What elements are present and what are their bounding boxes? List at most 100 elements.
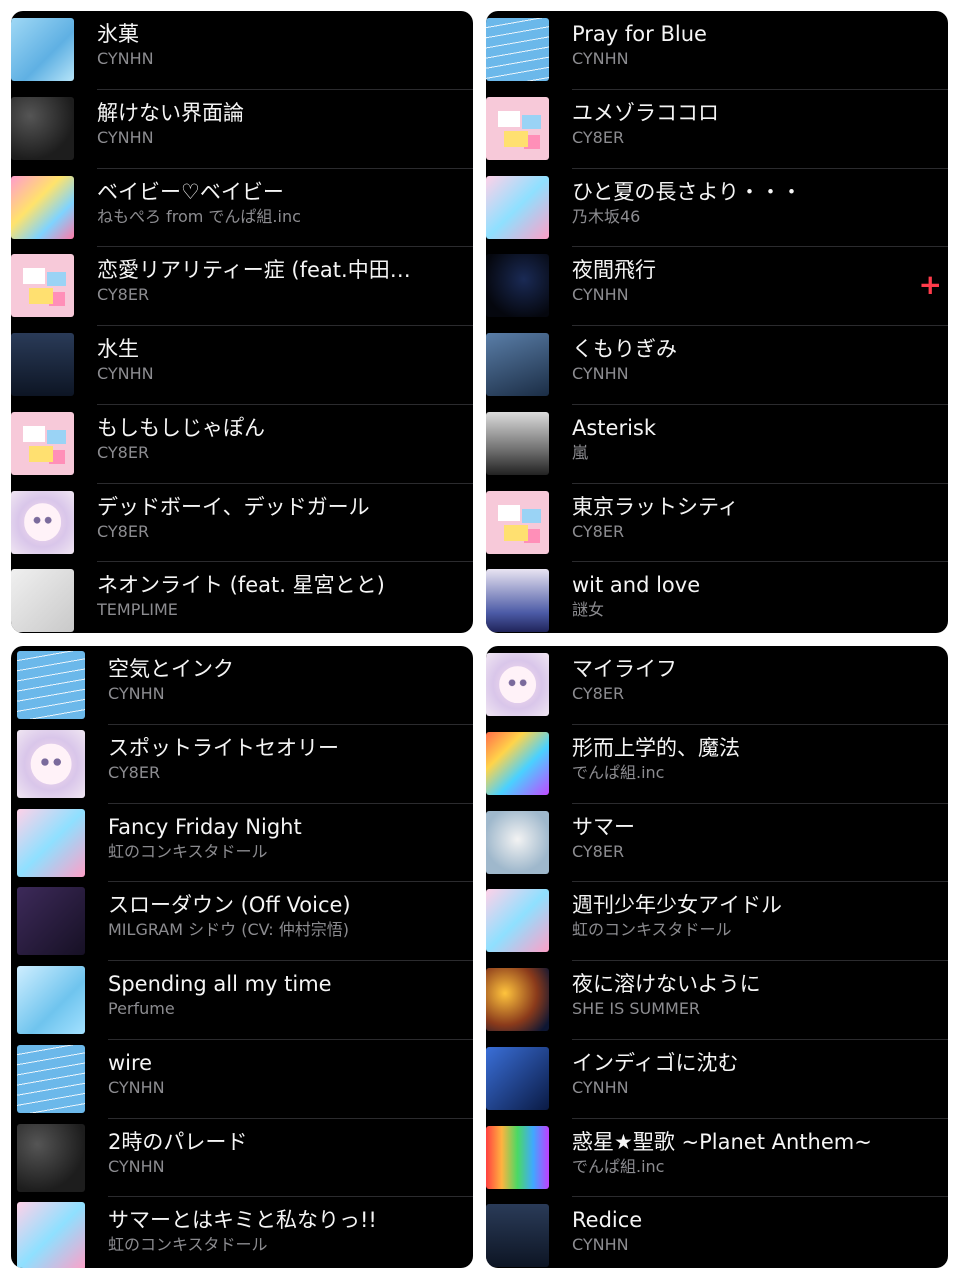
album-artwork [486, 1125, 549, 1189]
album-artwork [486, 889, 549, 953]
album-artwork [486, 254, 549, 318]
song-row[interactable]: Pray for Blue CYNHN [486, 11, 948, 90]
song-artist: Perfume [108, 999, 175, 1018]
song-row[interactable]: Spending all my time Perfume [11, 961, 473, 1040]
add-to-library-icon[interactable]: + [919, 271, 942, 299]
album-artwork [17, 1202, 85, 1268]
song-row[interactable]: wire CYNHN [11, 1040, 473, 1119]
song-meta: 解けない界面論 CYNHN [97, 99, 443, 149]
song-title: 空気とインク [108, 657, 234, 681]
song-list-panel-4: マイライフ CY8ER 形而上学的、魔法 でんぱ組.inc サマー CY8ER 週刊少年少女… [486, 646, 948, 1268]
song-artist: CYNHN [572, 364, 629, 383]
song-artist: 嵐 [572, 442, 589, 462]
song-row[interactable]: サマーとはキミと私なりっ!! 虹のコンキスタドール [11, 1197, 473, 1268]
song-meta: 2時のパレード CYNHN [108, 1128, 443, 1178]
song-row[interactable]: Fancy Friday Night 虹のコンキスタドール [11, 804, 473, 883]
song-title: Redice [572, 1208, 643, 1233]
song-meta: もしもしじゃぽん CY8ER [97, 414, 443, 464]
song-title: サマー [572, 814, 635, 839]
song-meta: Pray for Blue CYNHN [572, 20, 918, 70]
song-meta: くもりぎみ CYNHN [572, 335, 918, 385]
song-artist: CYNHN [572, 1077, 629, 1097]
song-row[interactable]: もしもしじゃぽん CY8ER [11, 405, 473, 484]
album-artwork [11, 254, 74, 318]
song-row[interactable]: 惑星★聖歌 ~Planet Anthem~ でんぱ組.inc [486, 1119, 948, 1198]
song-row[interactable]: マイライフ CY8ER [486, 646, 948, 725]
song-title: 恋愛リアリティー症 (feat.中田… [97, 258, 411, 283]
song-meta: デッドボーイ、デッドガール CY8ER [97, 493, 443, 543]
song-row[interactable]: wit and love 謎女 [486, 562, 948, 633]
song-title: 惑星★聖歌 ~Planet Anthem~ [572, 1129, 872, 1154]
song-row[interactable]: ひと夏の長さより・・・ 乃木坂46 [486, 169, 948, 248]
song-title: 解けない界面論 [97, 100, 244, 125]
song-row[interactable]: 形而上学的、魔法 でんぱ組.inc [486, 725, 948, 804]
song-meta: 週刊少年少女アイドル 虹のコンキスタドール [572, 891, 918, 941]
song-row[interactable]: ネオンライト (feat. 星宮とと) TEMPLIME [11, 562, 473, 633]
album-artwork [486, 810, 549, 874]
song-title: Pray for Blue [572, 22, 707, 46]
song-title: Fancy Friday Night [108, 814, 302, 839]
album-artwork [11, 490, 74, 554]
album-artwork [486, 175, 549, 239]
album-artwork [11, 411, 74, 475]
song-artist: CYNHN [108, 684, 165, 703]
song-artist: 虹のコンキスタドール [108, 841, 268, 861]
album-artwork [17, 808, 85, 877]
song-row[interactable]: スポットライトセオリー CY8ER [11, 725, 473, 804]
song-row[interactable]: ユメゾラココロ CY8ER [486, 90, 948, 169]
song-row[interactable]: Asterisk 嵐 [486, 405, 948, 484]
song-row[interactable]: スローダウン (Off Voice) MILGRAM シドウ (CV: 仲村宗悟) [11, 882, 473, 961]
song-title: もしもしじゃぽん [97, 415, 265, 440]
song-artist: CYNHN [108, 1077, 165, 1097]
song-meta: Spending all my time Perfume [108, 970, 443, 1020]
song-row[interactable]: くもりぎみ CYNHN [486, 326, 948, 405]
song-title: スローダウン (Off Voice) [108, 893, 351, 918]
song-artist: CY8ER [572, 127, 625, 147]
album-artwork [486, 653, 549, 716]
song-row[interactable]: 夜間飛行 CYNHN + [486, 247, 948, 326]
song-artist: 虹のコンキスタドール [108, 1235, 268, 1255]
song-row[interactable]: 恋愛リアリティー症 (feat.中田… CY8ER [11, 247, 473, 326]
song-row[interactable]: 解けない界面論 CYNHN [11, 90, 473, 169]
song-row[interactable]: サマー CY8ER [486, 804, 948, 883]
song-list-panel-1: 氷菓 CYNHN 解けない界面論 CYNHN ベイビー♡ベイビー ねもぺろ from でん… [11, 11, 473, 633]
song-title: ユメゾラココロ [572, 100, 719, 125]
album-artwork [486, 333, 549, 396]
song-meta: サマーとはキミと私なりっ!! 虹のコンキスタドール [108, 1206, 443, 1256]
song-title: 東京ラットシティ [572, 494, 739, 519]
song-row[interactable]: 水生 CYNHN [11, 326, 473, 405]
song-row[interactable]: 空気とインク CYNHN [11, 646, 473, 725]
album-artwork [11, 333, 74, 396]
song-meta: ベイビー♡ベイビー ねもぺろ from でんぱ組.inc [97, 178, 443, 228]
song-artist: でんぱ組.inc [572, 1156, 665, 1176]
song-artist: CY8ER [572, 841, 625, 861]
album-artwork [486, 411, 549, 475]
song-row[interactable]: 東京ラットシティ CY8ER [486, 484, 948, 563]
song-title: ベイビー♡ベイビー [97, 179, 284, 204]
song-meta: マイライフ CY8ER [572, 655, 918, 705]
song-artist: CY8ER [97, 285, 150, 305]
song-title: 形而上学的、魔法 [572, 735, 740, 760]
song-row[interactable]: Redice CYNHN [486, 1197, 948, 1268]
song-meta: 東京ラットシティ CY8ER [572, 493, 918, 543]
song-row[interactable]: デッドボーイ、デッドガール CY8ER [11, 484, 473, 563]
song-meta: wit and love 謎女 [572, 571, 918, 621]
song-row[interactable]: インディゴに沈む CYNHN [486, 1040, 948, 1119]
song-title: ネオンライト (feat. 星宮とと) [97, 573, 385, 598]
song-row[interactable]: 夜に溶けないように SHE IS SUMMER [486, 961, 948, 1040]
song-artist: CY8ER [572, 521, 625, 541]
song-title: 氷菓 [97, 22, 139, 46]
song-title: 週刊少年少女アイドル [572, 893, 782, 918]
song-meta: 恋愛リアリティー症 (feat.中田… CY8ER [97, 256, 443, 306]
song-title: 2時のパレード [108, 1129, 248, 1154]
album-artwork [17, 1044, 85, 1113]
song-artist: CYNHN [97, 49, 154, 68]
song-list-panel-2: Pray for Blue CYNHN ユメゾラココロ CY8ER ひと夏の長さより・・… [486, 11, 948, 633]
song-meta: 惑星★聖歌 ~Planet Anthem~ でんぱ組.inc [572, 1128, 918, 1178]
song-row[interactable]: 氷菓 CYNHN [11, 11, 473, 90]
album-artwork [486, 1046, 549, 1110]
song-row[interactable]: 2時のパレード CYNHN [11, 1119, 473, 1198]
song-artist: CY8ER [97, 442, 150, 462]
song-row[interactable]: ベイビー♡ベイビー ねもぺろ from でんぱ組.inc [11, 169, 473, 248]
song-row[interactable]: 週刊少年少女アイドル 虹のコンキスタドール [486, 882, 948, 961]
